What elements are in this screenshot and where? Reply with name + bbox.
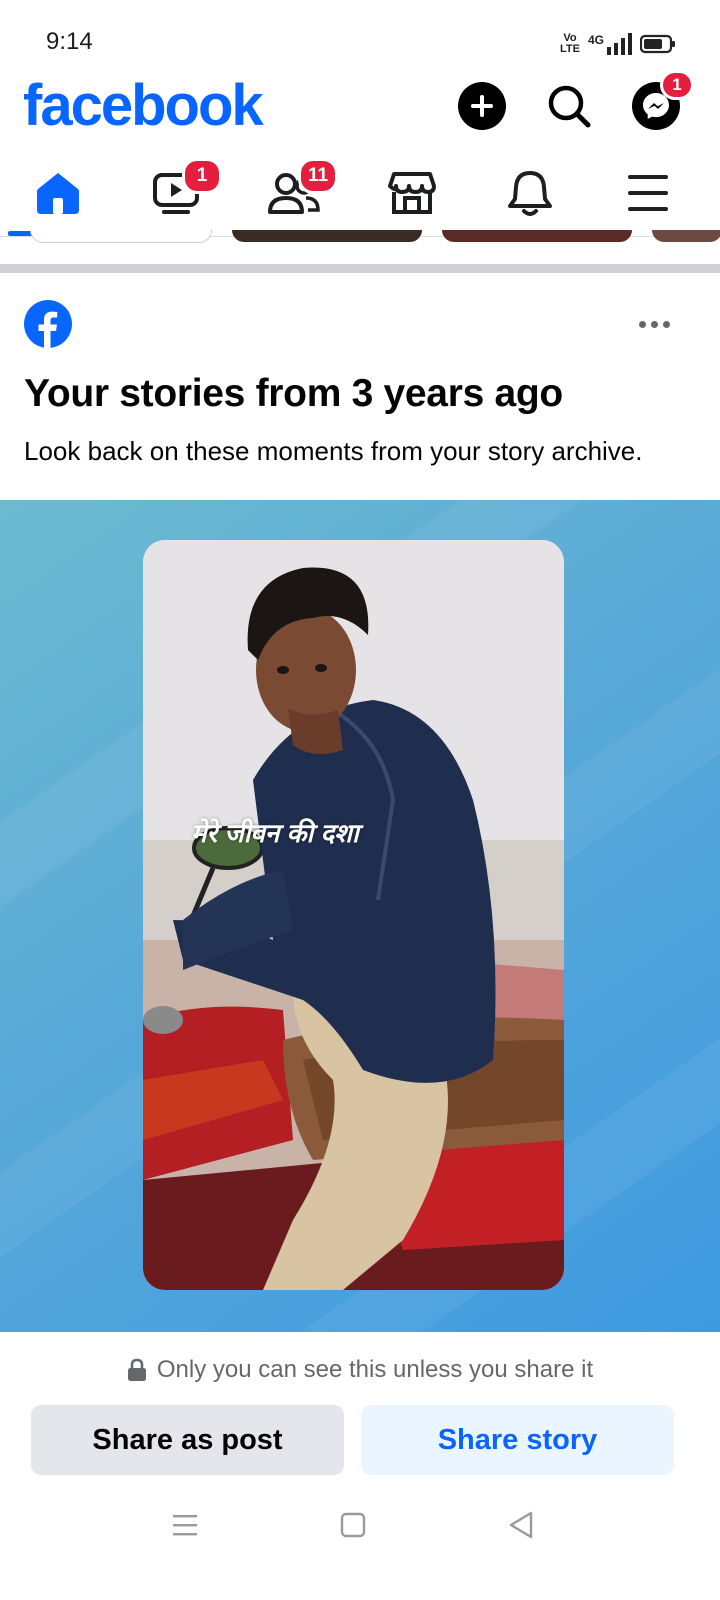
video-badge: 1 (182, 158, 222, 194)
tab-friends[interactable]: 11 (236, 150, 352, 236)
story-caption: मेरे जीवन की दशा (191, 818, 359, 848)
privacy-note: Only you can see this unless you share i… (0, 1352, 720, 1388)
feed-separator (0, 264, 720, 273)
facebook-round-logo-icon (24, 300, 72, 348)
tab-video[interactable]: 1 (118, 150, 234, 236)
memory-subtitle: Look back on these moments from your sto… (24, 436, 643, 466)
lock-icon (127, 1358, 146, 1381)
story-photo[interactable]: मेरे जीवन की दशा (143, 540, 564, 1290)
more-dot-icon (662, 320, 670, 328)
memory-title: Your stories from 3 years ago (24, 372, 563, 415)
more-dot-icon (638, 320, 646, 328)
share-as-post-button[interactable]: Share as post (31, 1405, 344, 1475)
bell-icon (508, 171, 552, 216)
back-triangle-icon[interactable] (507, 1510, 535, 1540)
plus-icon (471, 95, 493, 117)
home-icon (37, 173, 79, 214)
recent-apps-icon[interactable] (172, 1512, 198, 1538)
story-peek-3[interactable] (442, 230, 632, 242)
status-time: 9:14 (46, 28, 93, 55)
story-peek-2[interactable] (232, 230, 422, 242)
privacy-text: Only you can see this unless you share i… (156, 1356, 594, 1383)
share-story-button[interactable]: Share story (361, 1405, 674, 1475)
story-peek-1[interactable] (30, 230, 212, 243)
messenger-button[interactable]: 1 (632, 70, 694, 130)
create-button[interactable] (458, 82, 506, 130)
volte-icon: Vo LTE (560, 33, 580, 55)
search-icon (548, 85, 591, 128)
more-dot-icon (650, 320, 658, 328)
status-icons: Vo LTE 4G (560, 30, 676, 58)
messenger-badge: 1 (660, 70, 694, 100)
facebook-logo[interactable]: facebook (23, 72, 264, 139)
volte-bottom-text: LTE (560, 43, 580, 55)
marketplace-icon (388, 172, 436, 214)
tab-menu[interactable] (590, 150, 706, 236)
friends-badge: 11 (298, 158, 338, 194)
story-peek-4[interactable] (652, 230, 720, 242)
menu-icon (628, 175, 668, 211)
network-type: 4G (587, 33, 604, 47)
more-options-button[interactable] (630, 310, 678, 338)
tab-home[interactable] (0, 150, 116, 236)
status-bar: 9:14 Vo LTE 4G (0, 0, 720, 72)
home-square-icon[interactable] (340, 1512, 366, 1538)
story-photo-image (143, 540, 564, 1290)
battery-icon (640, 34, 675, 54)
tab-marketplace[interactable] (354, 150, 470, 236)
tab-bar: 1 11 (0, 150, 720, 236)
search-button[interactable] (545, 82, 593, 130)
signal-icon: 4G (588, 33, 632, 55)
system-nav-bar (0, 1490, 720, 1600)
tab-notifications[interactable] (472, 150, 588, 236)
